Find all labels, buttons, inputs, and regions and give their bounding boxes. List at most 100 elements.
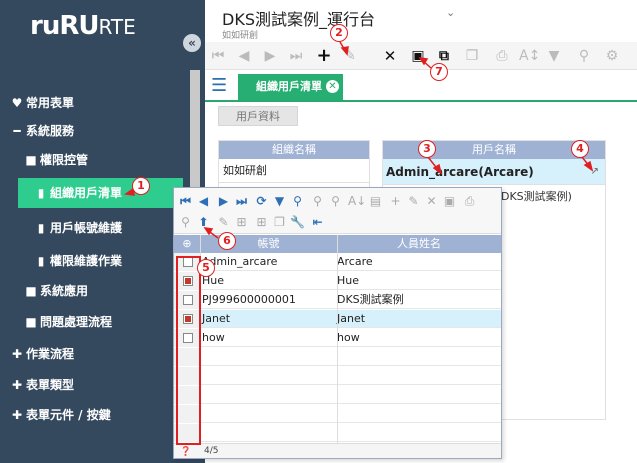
last-record-icon[interactable]: ⏭: [287, 44, 305, 68]
sort-icon[interactable]: A↕: [519, 44, 540, 68]
dialog-footer: ❓ 4/5: [174, 443, 501, 458]
copy-icon[interactable]: ❐: [272, 214, 287, 230]
user-picker-dialog: ⏮ ◀ ▶ ⏭ ⟳ ▼ ⚲ ⚲ ⚲ A↓ ▤ + ✎ ✕ ▣ ⎙ ⚲ ⬆ ✎ ⊞…: [173, 187, 502, 459]
save-icon[interactable]: ▣: [442, 193, 457, 209]
page-title: DKS測試案例_運行台: [222, 10, 375, 29]
account-cell: PJ999600000001: [202, 293, 296, 306]
annotation-badge-1: 1: [132, 177, 150, 195]
sidebar-item-label: 權限控管: [40, 153, 89, 167]
edit-icon[interactable]: ✎: [341, 44, 359, 68]
plus-icon: ✚: [11, 408, 23, 422]
prev-record-icon[interactable]: ◀: [196, 193, 211, 209]
annotation-badge-4: 4: [571, 140, 589, 158]
delete-icon[interactable]: ✕: [424, 193, 439, 209]
close-tab-icon[interactable]: ✕: [326, 80, 339, 93]
annotation-badge-5: 5: [197, 259, 215, 277]
subtab-user-data[interactable]: 用戶資料: [218, 106, 298, 126]
person-name-cell: DKS測試案例: [337, 293, 404, 306]
settings-icon[interactable]: ⚙: [603, 44, 621, 68]
print-icon[interactable]: ⎙: [462, 193, 477, 209]
folder-icon: ■: [25, 315, 37, 329]
first-record-icon[interactable]: ⏮: [178, 193, 193, 209]
chevron-down-icon[interactable]: ⌄: [446, 6, 455, 19]
person-name-cell: how: [337, 331, 360, 344]
column-header-person-name[interactable]: 人員姓名: [337, 235, 501, 253]
brand-main: ruRU: [30, 11, 99, 41]
app-window: ruRURTE « ♥ 常用表單 ━ 系統服務 ■ 權限控管 ▮ 組織用戶清單 ▮ 用戶帳…: [0, 0, 637, 463]
tab-label: 組織用戶清單: [256, 80, 322, 93]
account-cell: Janet: [202, 312, 231, 325]
upload-icon[interactable]: ⬆: [196, 214, 211, 230]
prev-record-icon[interactable]: ◀: [235, 44, 253, 68]
list-item[interactable]: 如如研創: [219, 159, 369, 183]
folder-icon: ■: [25, 153, 37, 167]
list-item[interactable]: Admin_arcare(Arcare): [383, 159, 605, 185]
edit-icon[interactable]: ✎: [216, 214, 231, 230]
sidebar-item-label: 用戶帳號維護: [50, 221, 123, 235]
filter-icon[interactable]: ▼: [545, 44, 563, 68]
export-icon[interactable]: ⊞: [254, 214, 269, 230]
refresh-icon[interactable]: ⟳: [254, 193, 269, 209]
open-record-icon[interactable]: ↗: [591, 166, 599, 177]
account-cell: how: [202, 331, 225, 344]
sidebar-item-label: 表單元件 / 按鍵: [26, 408, 111, 422]
last-record-icon[interactable]: ⏭: [234, 193, 249, 209]
person-name-cell: Janet: [337, 312, 366, 325]
folder-icon: ■: [25, 284, 37, 298]
help-icon[interactable]: ❓: [180, 445, 191, 460]
add-icon[interactable]: +: [388, 193, 403, 209]
annotation-badge-2: 2: [330, 24, 348, 42]
search-icon[interactable]: ⚲: [290, 193, 305, 209]
pager-count: 4/5: [204, 446, 219, 456]
add-icon[interactable]: +: [315, 44, 333, 68]
brand-suffix: RTE: [98, 15, 136, 39]
wrench-icon[interactable]: 🔧: [290, 214, 305, 230]
filter-icon[interactable]: ▼: [272, 193, 287, 209]
annotation-badge-3: 3: [418, 140, 436, 158]
edit-icon[interactable]: ✎: [406, 193, 421, 209]
file-icon: ▮: [37, 254, 45, 268]
exit-icon[interactable]: ⇤: [310, 214, 325, 230]
sidebar-item-system-services[interactable]: ━ 系統服務: [10, 116, 215, 146]
hamburger-menu-icon[interactable]: ☰: [211, 75, 233, 97]
zoom-icon[interactable]: ⚲: [328, 193, 343, 209]
page-subtitle: 如如研創: [222, 31, 259, 41]
preview-icon[interactable]: ⚲: [178, 214, 193, 230]
plus-icon: ✚: [11, 378, 23, 392]
search-icon[interactable]: ⚲: [575, 44, 593, 68]
column-header-org-name: 組織名稱: [219, 141, 369, 159]
print-icon[interactable]: ⎙: [493, 44, 511, 68]
minus-icon: ━: [13, 124, 21, 138]
form-icon[interactable]: ▤: [368, 193, 383, 209]
collapse-sidebar-icon[interactable]: «: [183, 34, 201, 52]
annotation-badge-6: 6: [218, 232, 236, 250]
sidebar-item-label: 系統服務: [26, 124, 75, 138]
main-toolbar: ⏮ ◀ ▶ ⏭ + ✎ ✕ ▣ ⧉ ❐ ⎙ A↕ ▼ ⚲ ⚙: [205, 42, 637, 70]
person-name-cell: Hue: [337, 274, 360, 287]
sidebar-item-favorites[interactable]: ♥ 常用表單: [10, 88, 215, 118]
search-clear-icon[interactable]: ⚲: [310, 193, 325, 209]
brand-logo: ruRURTE: [30, 11, 136, 41]
sidebar-item-label: 組織用戶清單: [50, 186, 123, 200]
sidebar-item-label: 常用表單: [26, 96, 75, 110]
dialog-toolbar: ⏮ ◀ ▶ ⏭ ⟳ ▼ ⚲ ⚲ ⚲ A↓ ▤ + ✎ ✕ ▣ ⎙ ⚲ ⬆ ✎ ⊞…: [174, 188, 501, 234]
column-divider: [337, 235, 338, 444]
sort-icon[interactable]: A↓: [348, 193, 366, 209]
next-record-icon[interactable]: ▶: [261, 44, 279, 68]
sidebar-item-label: 表單類型: [26, 378, 75, 392]
select-all-icon[interactable]: ⊕: [174, 235, 200, 253]
first-record-icon[interactable]: ⏮: [209, 44, 227, 68]
annotation-box-checkboxes: [176, 256, 201, 445]
sidebar-item-label: 問題處理流程: [40, 315, 113, 329]
tab-bar: ☰ 組織用戶清單: [205, 72, 637, 102]
delete-icon[interactable]: ✕: [381, 44, 399, 68]
sidebar-item-label: 系統應用: [40, 284, 89, 298]
plus-icon: ✚: [11, 347, 23, 361]
sidebar-item-org-user-list[interactable]: ▮ 組織用戶清單: [18, 178, 183, 208]
sidebar-item-label: 作業流程: [26, 347, 75, 361]
sidebar-item-access-control[interactable]: ■ 權限控管: [24, 145, 229, 175]
save-icon[interactable]: ▣: [409, 44, 427, 68]
copy-icon[interactable]: ❐: [463, 44, 481, 68]
next-record-icon[interactable]: ▶: [216, 193, 231, 209]
import-icon[interactable]: ⊞: [234, 214, 249, 230]
